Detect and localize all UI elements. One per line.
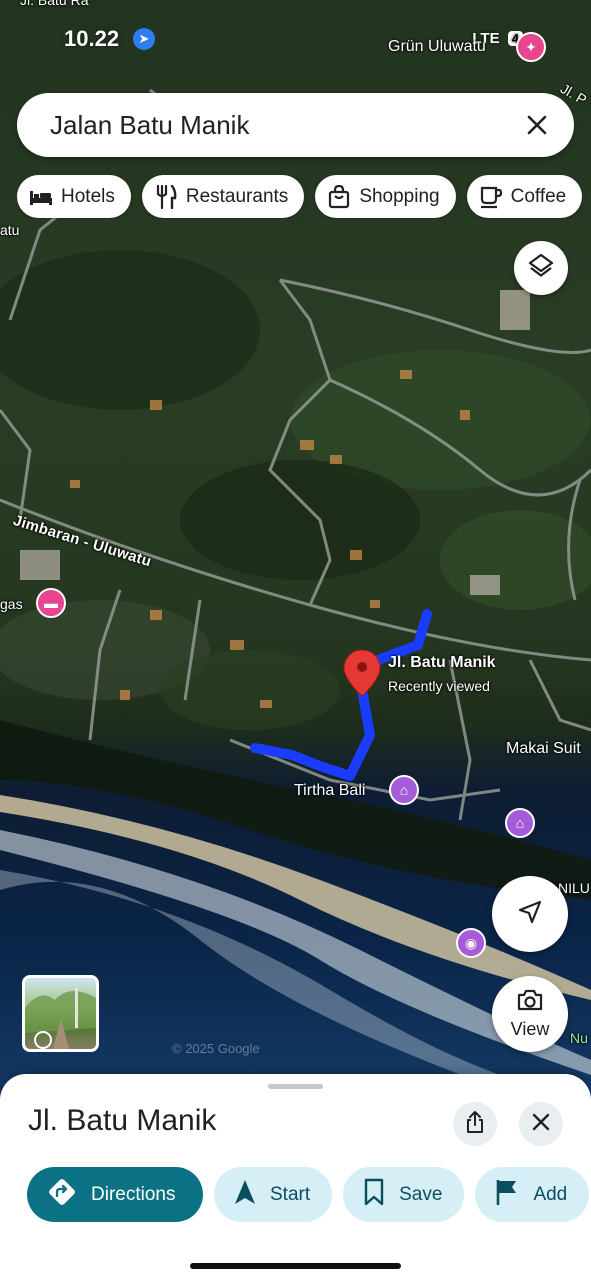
my-location-button[interactable] bbox=[492, 876, 568, 952]
shopping-bag-icon bbox=[327, 184, 351, 209]
camera-icon bbox=[516, 988, 544, 1017]
selected-place-sublabel: Recently viewed bbox=[388, 678, 490, 694]
map-label-bottom-right: Nu bbox=[570, 1030, 588, 1046]
chip-hotels[interactable]: Hotels bbox=[17, 175, 131, 218]
street-view-thumbnail[interactable] bbox=[22, 975, 99, 1052]
layers-button[interactable] bbox=[514, 241, 568, 295]
place-bottom-sheet[interactable]: Jl. Batu Manik Directions Start Save Add bbox=[0, 1074, 591, 1280]
start-button[interactable]: Start bbox=[214, 1167, 333, 1222]
chip-label: Shopping bbox=[359, 185, 440, 207]
save-label: Save bbox=[399, 1183, 443, 1205]
map-label-gas: gas bbox=[0, 596, 23, 612]
map-label-left-edge: atu bbox=[0, 222, 20, 238]
location-pin-icon[interactable] bbox=[343, 649, 381, 697]
flag-icon bbox=[495, 1178, 519, 1212]
camera-pin-icon[interactable]: ◉ bbox=[456, 928, 486, 958]
chip-label: Restaurants bbox=[185, 185, 289, 207]
search-input[interactable]: Jalan Batu Manik bbox=[50, 110, 522, 141]
bed-icon bbox=[29, 185, 53, 209]
status-time: 10.22 bbox=[64, 26, 120, 51]
navigation-arrow-icon bbox=[234, 1179, 256, 1211]
bookmark-icon bbox=[363, 1178, 385, 1212]
location-services-icon: ➤ bbox=[133, 28, 155, 50]
view-button[interactable]: View bbox=[492, 976, 568, 1052]
close-icon bbox=[532, 1113, 550, 1136]
map-label-right-edge: NILU bbox=[558, 880, 590, 896]
chip-label: Coffee bbox=[510, 185, 567, 207]
map-label-top-left: Jl. Batu Ra bbox=[20, 0, 89, 8]
share-icon bbox=[465, 1110, 485, 1139]
start-label: Start bbox=[270, 1183, 311, 1205]
chip-label: Hotels bbox=[61, 185, 115, 207]
navigation-arrow-icon bbox=[517, 899, 543, 930]
hotel-pin-icon[interactable]: ▬ bbox=[36, 588, 66, 618]
chip-restaurants[interactable]: Restaurants bbox=[141, 175, 305, 218]
view-label: View bbox=[510, 1019, 550, 1039]
search-bar[interactable]: Jalan Batu Manik bbox=[17, 93, 574, 157]
fork-knife-icon bbox=[154, 184, 178, 209]
share-button[interactable] bbox=[453, 1102, 497, 1146]
map-label-tirtha-bali[interactable]: Tirtha Bali bbox=[294, 782, 365, 800]
save-button[interactable]: Save bbox=[343, 1167, 465, 1222]
temple-pin-icon[interactable]: ⌂ bbox=[389, 775, 419, 805]
add-label-button[interactable]: Add bbox=[475, 1167, 590, 1222]
category-chips: Hotels Restaurants Shopping Coffee bbox=[17, 175, 591, 219]
close-sheet-button[interactable] bbox=[519, 1102, 563, 1146]
sheet-drag-handle[interactable] bbox=[268, 1084, 323, 1089]
layers-icon bbox=[527, 252, 555, 285]
map-copyright: © 2025 Google bbox=[172, 1041, 260, 1056]
directions-icon bbox=[47, 1177, 77, 1213]
chip-coffee[interactable]: Coffee bbox=[466, 175, 583, 218]
close-icon[interactable] bbox=[522, 110, 552, 140]
place-title: Jl. Batu Manik bbox=[28, 1104, 217, 1137]
coffee-cup-icon bbox=[479, 185, 503, 209]
hotel-pin-icon[interactable]: ✦ bbox=[516, 32, 546, 62]
place-actions: Directions Start Save Add bbox=[27, 1167, 591, 1223]
home-indicator bbox=[190, 1263, 401, 1269]
add-label: Add bbox=[533, 1183, 568, 1205]
selected-place-label[interactable]: Jl. Batu Manik bbox=[388, 654, 496, 672]
map-label-makai[interactable]: Makai Suit bbox=[506, 740, 581, 758]
temple-pin-icon[interactable]: ⌂ bbox=[505, 808, 535, 838]
directions-label: Directions bbox=[91, 1183, 176, 1205]
directions-button[interactable]: Directions bbox=[27, 1167, 203, 1222]
map-label-grun-uluwatu[interactable]: Grün Uluwatu bbox=[388, 38, 486, 56]
chip-shopping[interactable]: Shopping bbox=[315, 175, 456, 218]
